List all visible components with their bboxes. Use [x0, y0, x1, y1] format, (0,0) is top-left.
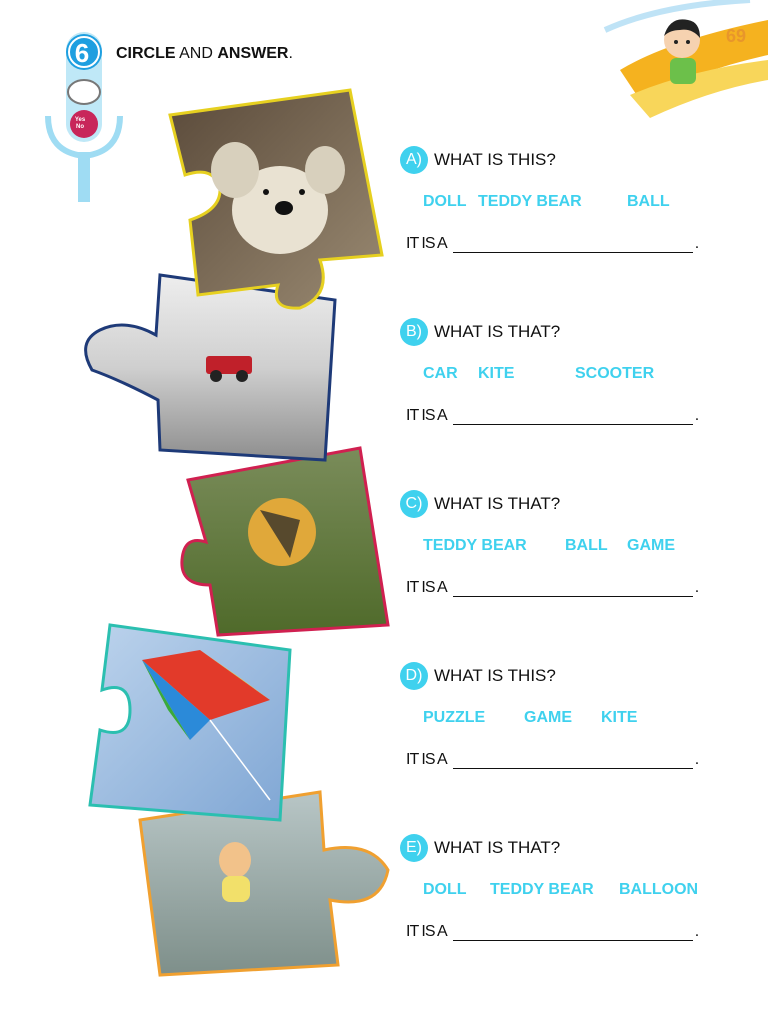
- option-game[interactable]: GAME: [524, 709, 572, 727]
- option-kite[interactable]: KITE: [601, 709, 637, 727]
- puzzle-pictures: [84, 88, 390, 977]
- option-doll[interactable]: DOLL: [423, 881, 467, 899]
- option-car[interactable]: CAR: [423, 365, 458, 383]
- kite-picture: [88, 623, 292, 822]
- question-text: WHAT IS THIS?: [434, 150, 556, 169]
- question-a: A) WHAT IS THIS? DOLL TEDDY BEAR BALL IT…: [400, 146, 760, 277]
- question-b: B) WHAT IS THAT? CAR KITE SCOOTER IT IS …: [400, 318, 760, 449]
- instruction: CIRCLE AND ANSWER.: [116, 45, 293, 62]
- answer-line[interactable]: [452, 238, 693, 253]
- option-ball[interactable]: BALL: [627, 193, 670, 211]
- answer-prefix: IT IS A: [406, 751, 448, 768]
- answer-row: IT IS A .: [406, 751, 700, 769]
- answer-row: IT IS A .: [406, 235, 700, 253]
- question-letter: B): [400, 318, 428, 346]
- answer-line[interactable]: [452, 754, 693, 769]
- answer-line[interactable]: [452, 582, 693, 597]
- option-game[interactable]: GAME: [627, 537, 675, 555]
- answer-prefix: IT IS A: [406, 235, 448, 252]
- option-teddy-bear[interactable]: TEDDY BEAR: [490, 881, 594, 899]
- teddy-bear-picture: [168, 88, 384, 310]
- option-teddy-bear[interactable]: TEDDY BEAR: [478, 193, 582, 211]
- option-doll[interactable]: DOLL: [423, 193, 467, 211]
- page-number: 69: [725, 26, 747, 46]
- question-letter: E): [400, 834, 428, 862]
- option-scooter[interactable]: SCOOTER: [575, 365, 654, 383]
- answer-row: IT IS A .: [406, 579, 700, 597]
- option-balloon[interactable]: BALLOON: [619, 881, 698, 899]
- question-letter: C): [400, 490, 428, 518]
- ball-picture: [180, 446, 390, 637]
- answer-line[interactable]: [452, 410, 693, 425]
- answer-prefix: IT IS A: [406, 923, 448, 940]
- question-c: C) WHAT IS THAT? TEDDY BEAR BALL GAME IT…: [400, 490, 760, 621]
- question-e: E) WHAT IS THAT? DOLL TEDDY BEAR BALLOON…: [400, 834, 760, 965]
- option-teddy-bear[interactable]: TEDDY BEAR: [423, 537, 527, 555]
- question-text: WHAT IS THAT?: [434, 322, 561, 341]
- answer-prefix: IT IS A: [406, 579, 448, 596]
- lesson-number: 6: [74, 38, 90, 68]
- question-text: WHAT IS THAT?: [434, 494, 561, 513]
- option-kite[interactable]: KITE: [478, 365, 514, 383]
- question-letter: A): [400, 146, 428, 174]
- option-ball[interactable]: BALL: [565, 537, 608, 555]
- answer-prefix: IT IS A: [406, 407, 448, 424]
- answer-row: IT IS A .: [406, 923, 700, 941]
- answer-row: IT IS A .: [406, 407, 700, 425]
- option-puzzle[interactable]: PUZZLE: [423, 709, 485, 727]
- question-text: WHAT IS THAT?: [434, 838, 561, 857]
- mascot-swoosh: [603, 0, 768, 118]
- question-d: D) WHAT IS THIS? PUZZLE GAME KITE IT IS …: [400, 662, 760, 793]
- question-letter: D): [400, 662, 428, 690]
- question-text: WHAT IS THIS?: [434, 666, 556, 685]
- answer-line[interactable]: [452, 926, 693, 941]
